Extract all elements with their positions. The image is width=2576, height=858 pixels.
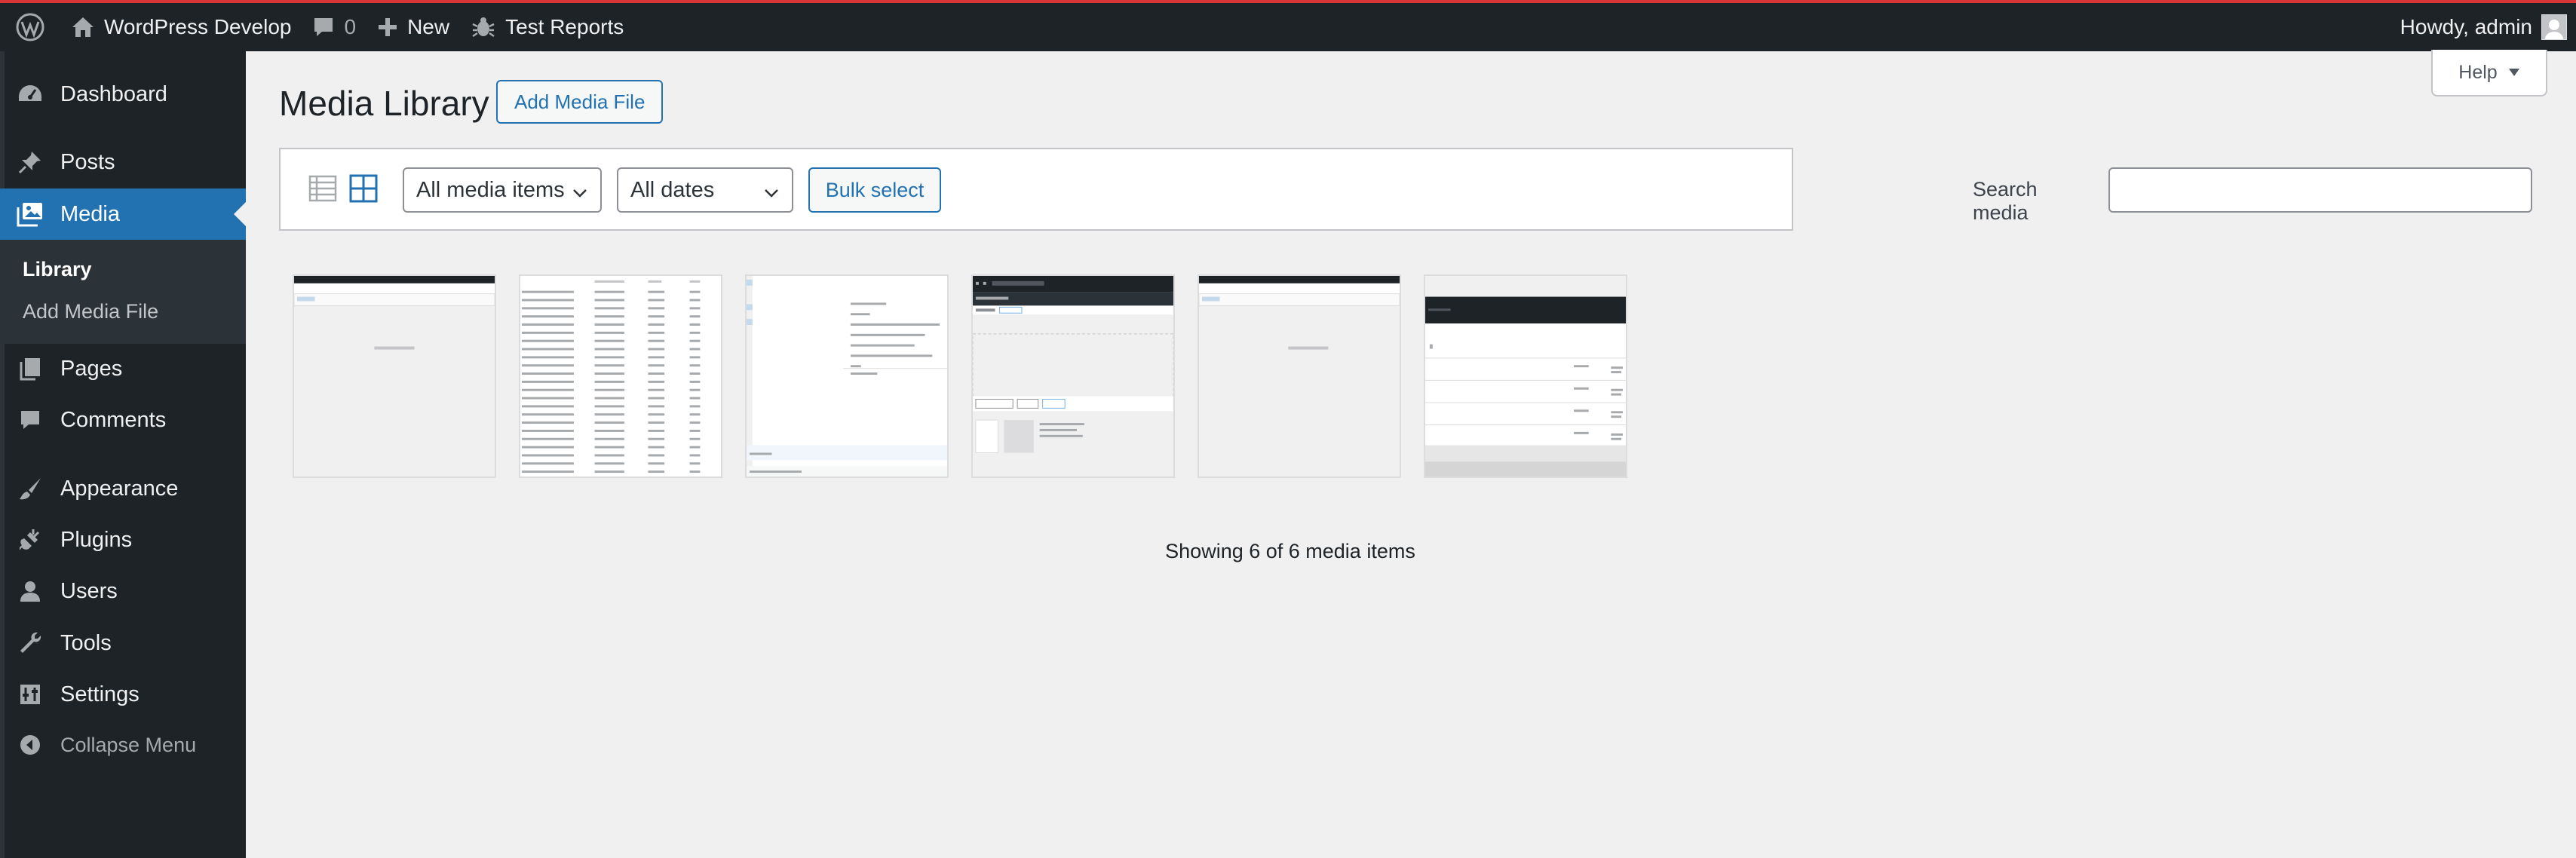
submenu-item-add-media-file[interactable]: Add Media File [23, 300, 158, 323]
brush-icon [0, 476, 60, 501]
settings-icon [0, 683, 60, 706]
collapse-menu-label: Collapse Menu [60, 733, 197, 756]
menu-item-pages[interactable]: Pages [0, 343, 246, 394]
admin-bar: WordPress Develop 0 New Test Reports How… [0, 3, 2576, 51]
menu-item-users[interactable]: Users [0, 565, 246, 617]
search-media-input[interactable] [2108, 167, 2532, 213]
menu-item-media[interactable]: Media [0, 188, 246, 240]
menu-label-comments: Comments [60, 407, 167, 432]
menu-label-users: Users [60, 578, 118, 603]
menu-label-tools: Tools [60, 630, 112, 655]
menu-item-tools[interactable]: Tools [0, 617, 246, 669]
add-media-file-button[interactable]: Add Media File [496, 80, 664, 124]
wrench-icon [0, 631, 60, 655]
comment-icon [0, 409, 60, 431]
media-icon [0, 201, 60, 227]
menu-label-dashboard: Dashboard [60, 81, 167, 106]
comment-bubble-icon [312, 16, 335, 38]
test-reports-label: Test Reports [505, 15, 624, 38]
my-account-link[interactable]: Howdy, admin [2390, 3, 2576, 51]
media-thumbnail-2[interactable] [519, 274, 722, 478]
media-thumbnail-1[interactable] [293, 274, 496, 478]
media-thumbnail-4[interactable] [971, 274, 1175, 478]
menu-item-dashboard[interactable]: Dashboard [0, 69, 246, 120]
media-submenu: Library Add Media File [0, 240, 246, 344]
help-tab-button[interactable]: Help [2431, 50, 2547, 97]
menu-item-posts[interactable]: Posts [0, 136, 246, 188]
menu-label-posts: Posts [60, 149, 115, 174]
menu-item-appearance[interactable]: Appearance [0, 463, 246, 514]
date-filter-value: All dates [630, 177, 715, 202]
collapse-menu-button[interactable]: Collapse Menu [0, 719, 246, 771]
grid-view-icon[interactable] [348, 173, 379, 204]
plus-icon [377, 17, 398, 38]
chevron-down-icon [763, 182, 780, 207]
media-type-filter-value: All media items [416, 177, 565, 202]
site-name-label: WordPress Develop [104, 15, 292, 38]
dashboard-icon [0, 83, 60, 106]
current-menu-arrow [234, 202, 246, 226]
collapse-arrow-icon [0, 734, 60, 756]
bug-icon [471, 15, 496, 39]
menu-label-pages: Pages [60, 356, 123, 381]
menu-label-media: Media [60, 201, 120, 226]
media-thumbnail-6[interactable] [1424, 274, 1627, 478]
media-thumbnail-3[interactable] [745, 274, 949, 478]
site-name-link[interactable]: WordPress Develop [60, 3, 302, 51]
user-icon [0, 580, 60, 602]
home-icon [71, 16, 95, 38]
media-count-text: Showing 6 of 6 media items [1165, 540, 1415, 562]
media-count-status: Showing 6 of 6 media items [0, 540, 2576, 563]
comments-count: 0 [344, 15, 357, 38]
menu-item-settings[interactable]: Settings [0, 669, 246, 720]
media-toolbar: All media items All dates Bulk select Se… [279, 148, 2532, 231]
wordpress-logo-icon [15, 12, 45, 42]
avatar [2541, 14, 2567, 40]
submenu-item-library[interactable]: Library [23, 258, 92, 281]
pin-icon [0, 150, 60, 174]
bulk-select-button[interactable]: Bulk select [808, 167, 941, 213]
search-media-label: Search media [1973, 178, 2038, 224]
howdy-label: Howdy, admin [2400, 15, 2532, 38]
menu-label-settings: Settings [60, 682, 140, 706]
new-label: New [407, 15, 450, 38]
media-thumbnail-5[interactable] [1198, 274, 1401, 478]
date-filter-select[interactable]: All dates [617, 167, 793, 213]
new-content-link[interactable]: New [366, 3, 460, 51]
chevron-down-icon [572, 182, 588, 207]
list-view-icon[interactable] [308, 173, 338, 204]
comments-link[interactable]: 0 [302, 3, 366, 51]
wordpress-logo-button[interactable] [0, 3, 60, 51]
menu-label-appearance: Appearance [60, 476, 179, 501]
menu-item-comments[interactable]: Comments [0, 394, 246, 446]
page-title: Media Library [279, 84, 489, 123]
pages-icon [0, 357, 60, 381]
caret-down-icon [2508, 68, 2520, 77]
media-type-filter-select[interactable]: All media items [403, 167, 602, 213]
test-reports-link[interactable]: Test Reports [460, 3, 634, 51]
help-label: Help [2458, 61, 2498, 83]
